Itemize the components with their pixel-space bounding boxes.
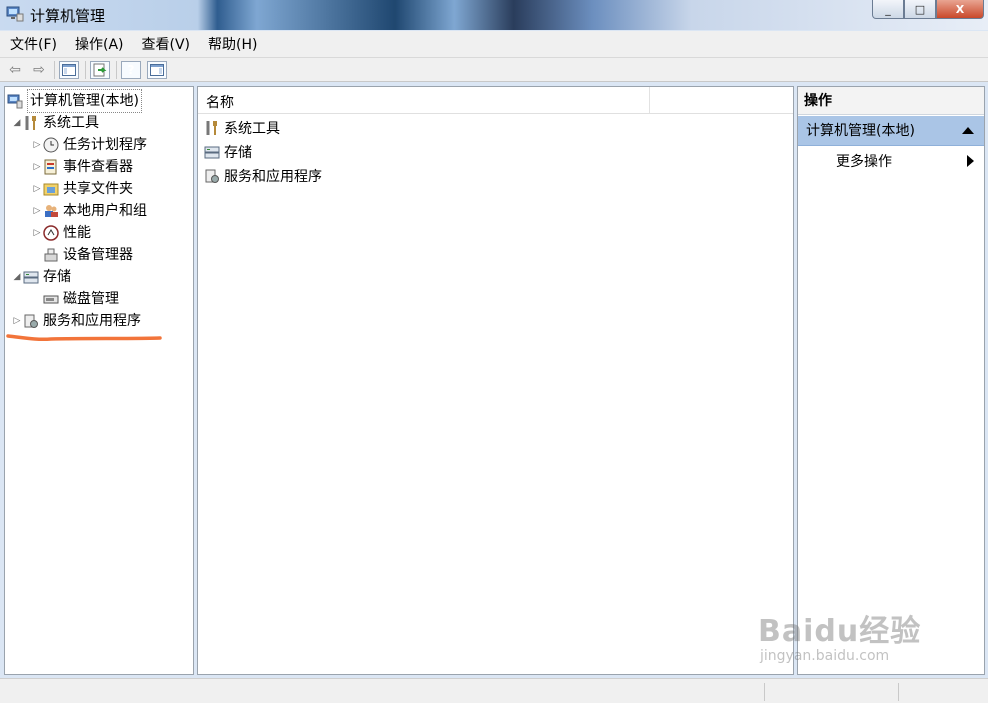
maximize-button[interactable]: □ [904,0,936,19]
help-icon[interactable]: ? [121,60,141,79]
list-item-label: 存储 [224,145,252,161]
tree-item-label: 设备管理器 [63,247,133,263]
disk-icon [43,291,59,307]
toolbar-separator [54,60,55,79]
menu-action[interactable]: 操作(A) [67,34,132,54]
actions-section-label: 计算机管理(本地) [806,123,915,139]
window-controls: _ □ X [872,0,984,20]
collapse-arrow-icon[interactable] [962,127,974,134]
expand-triangle-icon[interactable]: ▷ [31,178,43,200]
expand-triangle-icon[interactable]: ▷ [11,310,23,332]
more-actions-item[interactable]: 更多操作 [836,151,892,173]
users-icon [43,203,59,219]
status-divider [898,683,899,701]
export-list-icon[interactable] [90,60,110,79]
submenu-arrow-icon[interactable] [967,155,974,167]
tree-item-label: 磁盘管理 [63,291,119,307]
status-divider [764,683,765,701]
content-list-pane: 名称 系统工具 存储 服务和应用程序 [197,86,794,675]
list-item-label: 系统工具 [224,121,280,137]
expand-triangle-icon[interactable]: ▷ [31,134,43,156]
window-title: 计算机管理 [30,7,106,25]
collapse-triangle-icon[interactable]: ◢ [11,266,23,288]
tree-item-system-tools[interactable]: ◢ 系统工具 [11,112,99,134]
menu-bar: 文件(F) 操作(A) 查看(V) 帮助(H) [0,31,988,58]
storage-icon [23,269,39,285]
menu-view[interactable]: 查看(V) [134,34,199,54]
tree-item-root[interactable]: 计算机管理(本地) [7,89,142,113]
back-arrow-icon[interactable]: ⇦ [6,61,24,79]
shared-folder-icon [43,181,59,197]
forward-arrow-icon[interactable]: ⇨ [30,61,48,79]
tools-icon [204,120,220,136]
watermark-url: jingyan.baidu.com [760,648,890,664]
expand-triangle-icon[interactable]: ▷ [31,156,43,178]
toolbar-separator [116,60,117,79]
list-item[interactable]: 系统工具 [204,116,280,140]
title-bar: 计算机管理 _ □ X [0,0,988,30]
storage-icon [204,144,220,160]
tree-item-label: 性能 [63,225,91,241]
show-hide-console-tree-icon[interactable] [59,60,79,79]
tree-item-label: 存储 [43,269,71,285]
annotation-underline [6,334,162,341]
watermark-logo: Baidu经验 [758,614,922,649]
actions-header: 操作 [798,87,984,115]
list-item[interactable]: 服务和应用程序 [204,164,322,188]
actions-pane: 操作 计算机管理(本地) 更多操作 [797,86,985,675]
menu-help[interactable]: 帮助(H) [200,34,265,54]
list-item[interactable]: 存储 [204,140,252,164]
tree-item-label: 服务和应用程序 [43,313,141,329]
event-viewer-icon [43,159,59,175]
tree-item-task-scheduler[interactable]: ▷ 任务计划程序 [31,134,147,156]
computer-icon [7,93,23,109]
tree-item-event-viewer[interactable]: ▷ 事件查看器 [31,156,133,178]
minimize-button[interactable]: _ [872,0,904,19]
toolbar: ⇦ ⇨ ? [0,58,988,82]
services-icon [23,313,39,329]
tools-icon [23,115,39,131]
tree-item-storage[interactable]: ◢ 存储 [11,266,71,288]
column-name-header[interactable]: 名称 [206,92,234,112]
tree-item-label: 任务计划程序 [63,137,147,153]
tree-item-shared-folders[interactable]: ▷ 共享文件夹 [31,178,133,200]
tree-item-label: 事件查看器 [63,159,133,175]
console-tree: 计算机管理(本地) ◢ 系统工具 ▷ 任务计划程序 ▷ 事件查看器 ▷ 共享文件… [4,86,194,675]
performance-icon [43,225,59,241]
device-manager-icon [43,247,59,263]
computer-management-icon [6,6,24,22]
tree-item-label: 计算机管理(本地) [27,89,142,113]
close-button[interactable]: X [936,0,984,19]
clock-icon [43,137,59,153]
status-bar [0,678,988,703]
show-hide-action-pane-icon[interactable] [147,60,167,79]
tree-item-device-manager[interactable]: 设备管理器 [43,244,133,266]
baidu-watermark: Baidu经验 jingyan.baidu.com [758,606,921,664]
tree-item-local-users[interactable]: ▷ 本地用户和组 [31,200,147,222]
tree-item-label: 系统工具 [43,115,99,131]
tree-item-services-apps[interactable]: ▷ 服务和应用程序 [11,310,141,332]
menu-file[interactable]: 文件(F) [2,34,65,54]
tree-item-label: 共享文件夹 [63,181,133,197]
actions-section-computer-management[interactable]: 计算机管理(本地) [798,116,984,146]
column-header: 名称 [198,87,793,114]
tree-item-performance[interactable]: ▷ 性能 [31,222,91,244]
expand-triangle-icon[interactable]: ▷ [31,200,43,222]
services-icon [204,168,220,184]
toolbar-separator [85,60,86,79]
collapse-triangle-icon[interactable]: ◢ [11,112,23,134]
list-item-label: 服务和应用程序 [224,169,322,185]
tree-item-disk-management[interactable]: 磁盘管理 [43,288,119,310]
tree-item-label: 本地用户和组 [63,203,147,219]
expand-triangle-icon[interactable]: ▷ [31,222,43,244]
column-divider[interactable] [649,87,650,113]
